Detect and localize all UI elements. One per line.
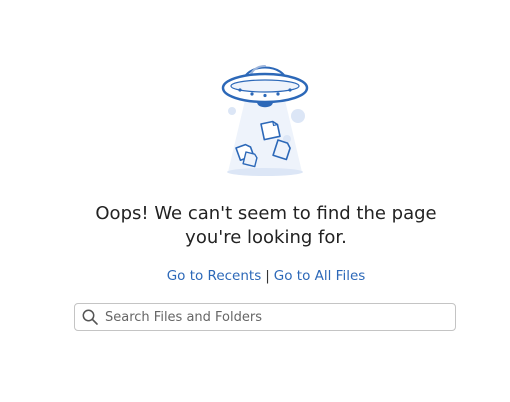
error-message-line-1: Oops! We can't seem to find the page [95,203,437,224]
go-to-all-files-link[interactable]: Go to All Files [274,268,366,284]
error-message-line-2: you're looking for. [185,227,347,248]
search-box[interactable] [74,303,456,331]
not-found-page: Oops! We can't seem to find the page you… [0,0,510,402]
ufo-icon [221,65,309,176]
error-message: Oops! We can't seem to find the page you… [0,202,510,250]
search-icon [82,309,98,325]
search-input[interactable] [105,304,445,330]
link-separator: | [265,268,270,284]
go-to-recents-link[interactable]: Go to Recents [167,268,262,284]
navigation-links: Go to Recents | Go to All Files [0,267,510,285]
